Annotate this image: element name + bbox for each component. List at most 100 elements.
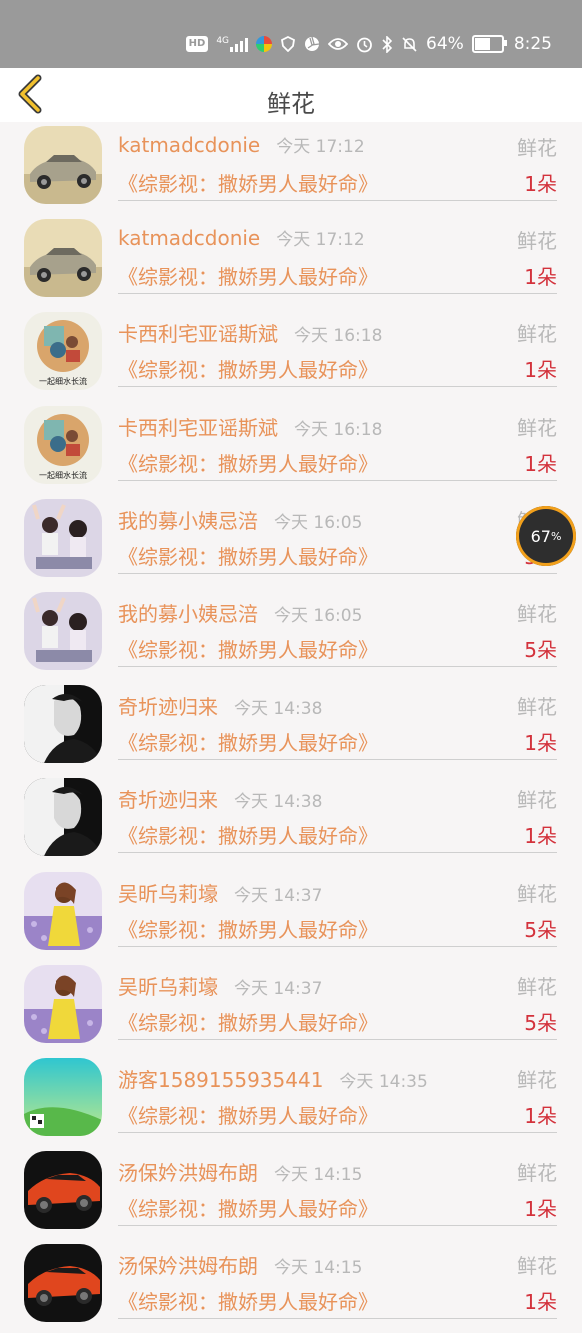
book-title: 《综影视：撒娇男人最好命》 (118, 731, 378, 756)
list-item[interactable]: 汤保妗洪姆布朗 今天 14:15 鲜花 《综影视：撒娇男人最好命》 1朵 (0, 1147, 582, 1240)
gift-time: 今天 14:38 (234, 792, 323, 813)
book-title: 《综影视：撒娇男人最好命》 (118, 1010, 378, 1035)
gift-count: 1朵 (524, 451, 557, 476)
row-divider (118, 852, 557, 854)
list-item[interactable]: 吴昕乌莉壕 今天 14:37 鲜花 《综影视：撒娇男人最好命》 5朵 (0, 961, 582, 1054)
avatar[interactable] (24, 1244, 102, 1323)
book-title: 《综影视：撒娇男人最好命》 (118, 1197, 378, 1222)
sender-name: 我的募小姨忌涪 今天 16:05 (118, 601, 363, 626)
gift-count: 1朵 (524, 172, 557, 196)
svg-text:一起细水长流: 一起细水长流 (39, 470, 87, 480)
sender-name: 卡西利宅亚谣斯斌 今天 16:18 (118, 415, 383, 440)
battery-percent: 64% (426, 34, 464, 54)
hd-icon: HD (185, 36, 209, 52)
flower-gift-list: katmadcdonie 今天 17:12 鲜花 《综影视：撒娇男人最好命》 1朵 kat… (0, 122, 582, 1333)
sender-name: 奇圻迹归来 今天 14:38 (118, 788, 323, 813)
avatar[interactable] (24, 685, 102, 764)
avatar[interactable] (24, 498, 102, 577)
sender-name: 游客1589155935441 今天 14:35 (118, 1067, 428, 1092)
sender-name: 我的募小姨忌涪 今天 16:05 (118, 508, 363, 533)
bluetooth-icon (381, 35, 393, 53)
aperture-icon (304, 36, 320, 52)
gift-type-label: 鲜花 (517, 136, 557, 160)
sender-name: 吴昕乌莉壕 今天 14:37 (118, 881, 323, 906)
book-title: 《综影视：撒娇男人最好命》 (118, 917, 378, 942)
book-title: 《综影视：撒娇男人最好命》 (118, 1290, 378, 1315)
avatar[interactable] (24, 964, 102, 1043)
row-divider (118, 479, 557, 481)
row-divider (118, 293, 557, 295)
gift-type-label: 鲜花 (517, 229, 557, 254)
list-item[interactable]: 我的募小姨忌涪今天 16:05鲜花《综影视：撒娇男人最好命》5朵 (0, 588, 582, 681)
list-item[interactable]: katmadcdonie 今天 17:12 鲜花 《综影视：撒娇男人最好命》 1朵 (0, 122, 582, 215)
gift-count: 1朵 (524, 1290, 557, 1315)
sender-name: 汤保妗洪姆布朗 今天 14:15 (118, 1161, 363, 1186)
gift-time: 今天 16:05 (274, 605, 363, 626)
gift-time: 今天 14:37 (234, 885, 323, 906)
book-title: 《综影视：撒娇男人最好命》 (118, 637, 378, 662)
avatar[interactable] (24, 591, 102, 670)
status-icons: HD 4G 64% 8:25 (185, 30, 552, 58)
row-divider (118, 386, 557, 388)
list-item[interactable]: 奇圻迹归来 今天 14:38 鲜花 《综影视：撒娇男人最好命》 1朵 (0, 774, 582, 867)
gift-count: 1朵 (524, 731, 557, 756)
book-title: 《综影视：撒娇男人最好命》 (118, 544, 378, 569)
list-item[interactable]: 吴昕乌莉壕 今天 14:37 鲜花《综影视：撒娇男人最好命》 5朵 (0, 868, 582, 961)
row-divider (118, 1318, 557, 1320)
row-divider (118, 200, 557, 201)
list-item[interactable]: katmadcdonie 今天 17:12 鲜花 《综影视：撒娇男人最好命》 1朵 (0, 215, 582, 308)
gift-time: 今天 16:18 (294, 326, 383, 347)
svg-text:一起细水长流: 一起细水长流 (39, 376, 87, 386)
gift-count: 1朵 (524, 824, 557, 849)
signal-icon: 4G (216, 36, 249, 52)
avatar[interactable]: 一起细水长流 (24, 405, 102, 484)
row-divider (118, 759, 557, 761)
sender-name: 吴昕乌莉壕 今天 14:37 (118, 974, 323, 999)
list-item[interactable]: 奇圻迹归来 今天 14:38 鲜花 《综影视：撒娇男人最好命》 1朵 (0, 681, 582, 774)
gift-time: 今天 16:18 (294, 419, 383, 440)
row-divider (118, 1038, 557, 1040)
gift-type-label: 鲜花 (517, 1067, 557, 1092)
gift-time: 今天 14:15 (274, 1258, 363, 1279)
book-title: 《综影视：撒娇男人最好命》 (118, 172, 378, 196)
gift-type-label: 鲜花 (517, 415, 557, 440)
mute-bell-icon (401, 36, 418, 53)
avatar[interactable] (24, 219, 102, 298)
eye-icon (328, 37, 349, 51)
gift-time: 今天 14:15 (274, 1165, 363, 1186)
gift-type-label: 鲜花 (517, 1161, 557, 1186)
floating-percent-widget[interactable]: 67% (516, 506, 576, 566)
list-item[interactable]: 游客1589155935441 今天 14:35 鲜花 《综影视：撒娇男人最好命》 1朵 (0, 1054, 582, 1147)
page-title: 鲜花 (267, 90, 315, 118)
gift-time: 今天 14:38 (234, 699, 323, 720)
book-title: 《综影视：撒娇男人最好命》 (118, 265, 378, 290)
avatar[interactable]: 一起细水长流 (24, 312, 102, 391)
avatar[interactable] (24, 778, 102, 857)
app-header: 鲜花 (0, 68, 582, 122)
row-divider (118, 1131, 557, 1133)
sender-name: 卡西利宅亚谣斯斌 今天 16:18 (118, 322, 383, 347)
sender-name: 奇圻迹归来 今天 14:38 (118, 695, 323, 720)
sender-name: 汤保妗洪姆布朗 今天 14:15 (118, 1254, 363, 1279)
gift-count: 5朵 (524, 917, 557, 942)
row-divider (118, 1225, 557, 1227)
avatar[interactable] (24, 126, 102, 204)
gift-count: 1朵 (524, 265, 557, 290)
book-title: 《综影视：撒娇男人最好命》 (118, 1103, 378, 1128)
list-item[interactable]: 我的募小姨忌涪今天 16:05鲜花《综影视：撒娇男人最好命》5朵 (0, 495, 582, 588)
gift-time: 今天 14:37 (234, 978, 323, 999)
avatar[interactable] (24, 871, 102, 950)
list-item[interactable]: 一起细水长流 卡西利宅亚谣斯斌 今天 16:18 鲜花 《综影视：撒娇男人最好命》 1朵 (0, 402, 582, 495)
alarm-icon (356, 36, 373, 53)
row-divider (118, 665, 557, 667)
gift-type-label: 鲜花 (517, 788, 557, 813)
list-item[interactable]: 一起细水长流 卡西利宅亚谣斯斌 今天 16:18 鲜花 《综影视：撒娇男人最好命》 1朵 (0, 308, 582, 401)
gift-count: 5朵 (524, 637, 557, 662)
avatar[interactable] (24, 1057, 102, 1136)
floating-percent-value: 67 (530, 526, 551, 546)
list-item[interactable]: 汤保妗洪姆布朗 今天 14:15 鲜花《综影视：撒娇男人最好命》 1朵 (0, 1240, 582, 1333)
gift-type-label: 鲜花 (517, 881, 557, 906)
gift-type-label: 鲜花 (517, 1254, 557, 1279)
gift-count: 5朵 (524, 1010, 557, 1035)
avatar[interactable] (24, 1151, 102, 1230)
